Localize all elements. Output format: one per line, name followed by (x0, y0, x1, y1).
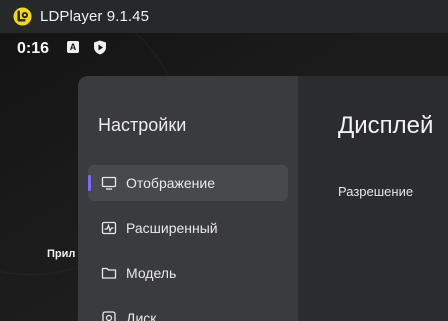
sidebar-item-display[interactable]: Отображение (88, 165, 288, 201)
settings-content: Дисплей Разрешение (298, 76, 448, 321)
keyboard-a-icon: A (67, 41, 79, 53)
page-title: Дисплей (338, 112, 434, 139)
settings-sidebar: Настройки Отображение Расширенный Модель (78, 76, 298, 321)
sidebar-item-disk[interactable]: Диск (88, 300, 288, 321)
sidebar-item-label: Расширенный (126, 220, 218, 236)
status-time: 0:16 (17, 40, 50, 57)
sidebar-item-advanced[interactable]: Расширенный (88, 210, 288, 246)
home-app-label[interactable]: Прил (47, 248, 79, 260)
settings-title: Настройки (98, 115, 187, 135)
sidebar-item-label: Отображение (126, 175, 216, 191)
window-titlebar: LDPlayer 9.1.45 (0, 0, 448, 33)
shield-play-icon (94, 40, 106, 55)
resolution-label: Разрешение (338, 184, 414, 199)
monitor-icon (101, 176, 117, 190)
sidebar-item-label: Модель (126, 265, 177, 281)
disk-icon (102, 311, 116, 321)
folder-icon (101, 267, 117, 279)
settings-dialog: Настройки Отображение Расширенный Модель (78, 76, 448, 321)
active-indicator (88, 175, 91, 191)
ldplayer-logo-icon (13, 7, 32, 26)
sidebar-item-label: Диск (126, 310, 157, 321)
pulse-icon (101, 221, 117, 235)
sidebar-item-model[interactable]: Модель (88, 255, 288, 291)
window-title: LDPlayer 9.1.45 (40, 8, 150, 25)
